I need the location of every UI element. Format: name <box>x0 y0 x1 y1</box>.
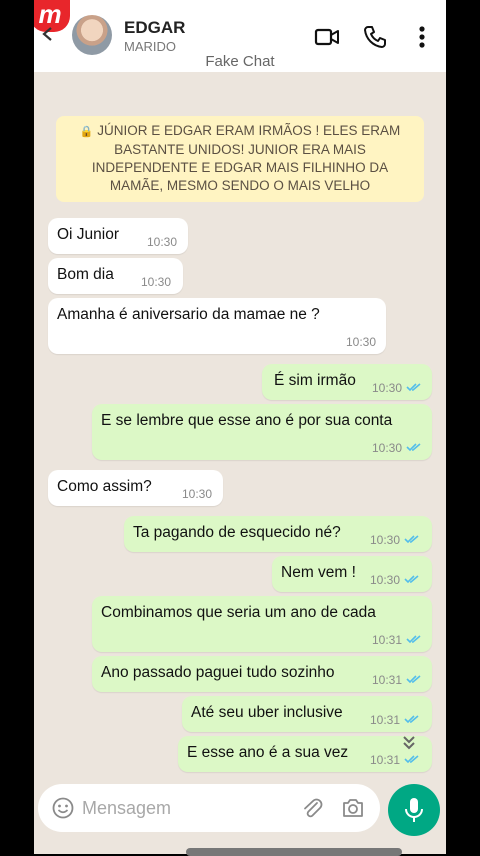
system-note-text: JÚNIOR E EDGAR ERAM IRMÃOS ! ELES ERAM B… <box>91 123 401 193</box>
message-time: 10:30 <box>372 441 403 455</box>
message-time: 10:30 <box>372 381 403 395</box>
read-ticks-icon <box>406 383 421 392</box>
message-bubble[interactable]: Ano passado paguei tudo sozinho 10:31 <box>92 656 432 692</box>
phone-icon[interactable] <box>362 24 388 50</box>
message-bubble[interactable]: Nem vem ! 10:30 <box>272 556 432 592</box>
read-ticks-icon <box>404 575 419 584</box>
back-icon[interactable] <box>40 26 56 42</box>
menu-icon[interactable] <box>412 24 432 50</box>
message-text: Como assim? <box>57 478 152 495</box>
read-ticks-icon <box>406 635 421 644</box>
message-bubble[interactable]: Oi Junior 10:30 <box>48 218 188 254</box>
scroll-down-icon[interactable] <box>396 730 422 756</box>
emoji-icon[interactable] <box>52 797 74 819</box>
read-ticks-icon <box>404 535 419 544</box>
message-text: Ta pagando de esquecido né? <box>133 524 341 541</box>
message-time: 10:31 <box>370 713 401 727</box>
message-time: 10:31 <box>372 633 403 647</box>
message-time: 10:30 <box>370 533 401 547</box>
message-bubble[interactable]: Como assim? 10:30 <box>48 470 223 506</box>
contact-status: MARIDO <box>124 39 176 54</box>
message-time: 10:30 <box>147 235 178 249</box>
fake-chat-watermark: Fake Chat <box>205 53 275 70</box>
chat-screen: m EDGAR MARIDO Fake Chat 🔒 JÚNIOR E EDGA… <box>34 0 446 854</box>
video-call-icon[interactable] <box>314 24 340 50</box>
message-time: 10:30 <box>370 573 401 587</box>
message-text: Até seu uber inclusive <box>191 704 343 721</box>
message-bubble[interactable]: É sim irmão 10:30 <box>262 364 432 400</box>
attach-icon[interactable] <box>300 796 324 820</box>
mic-button[interactable] <box>388 784 440 836</box>
message-bubble[interactable]: Combinamos que seria um ano de cada 10:3… <box>92 596 432 652</box>
message-text: Nem vem ! <box>281 564 356 581</box>
message-bubble[interactable]: Amanha é aniversario da mamae ne ? 10:30 <box>48 298 386 354</box>
message-bubble[interactable]: Bom dia 10:30 <box>48 258 183 294</box>
message-text: E se lembre que esse ano é por sua conta <box>101 412 393 429</box>
message-text: Combinamos que seria um ano de cada <box>101 604 376 621</box>
message-time: 10:31 <box>372 673 403 687</box>
avatar[interactable] <box>72 15 112 55</box>
camera-icon[interactable] <box>341 796 365 820</box>
message-composer[interactable]: Mensagem <box>38 784 380 832</box>
message-text: Bom dia <box>57 266 114 283</box>
message-bubble[interactable]: Ta pagando de esquecido né? 10:30 <box>124 516 432 552</box>
read-ticks-icon <box>406 443 421 452</box>
read-ticks-icon <box>404 715 419 724</box>
mic-icon <box>405 798 423 822</box>
contact-name[interactable]: EDGAR <box>124 18 185 38</box>
message-bubble[interactable]: E esse ano é a sua vez 10:31 <box>178 736 432 772</box>
read-ticks-icon <box>406 675 421 684</box>
chat-header: m EDGAR MARIDO Fake Chat <box>34 0 446 72</box>
system-note: 🔒 JÚNIOR E EDGAR ERAM IRMÃOS ! ELES ERAM… <box>56 116 424 202</box>
message-text: Amanha é aniversario da mamae ne ? <box>57 306 320 323</box>
message-text: E esse ano é a sua vez <box>187 744 349 761</box>
message-text: Ano passado paguei tudo sozinho <box>101 664 335 681</box>
message-text: Oi Junior <box>57 226 120 243</box>
gesture-nav-bar[interactable] <box>186 848 402 856</box>
message-bubble[interactable]: E se lembre que esse ano é por sua conta… <box>92 404 432 460</box>
message-time: 10:30 <box>141 275 172 289</box>
message-time: 10:30 <box>346 335 377 349</box>
message-input[interactable]: Mensagem <box>82 798 171 819</box>
message-bubble[interactable]: Até seu uber inclusive 10:31 <box>182 696 432 732</box>
message-time: 10:30 <box>182 487 213 501</box>
lock-icon: 🔒 <box>79 126 94 138</box>
message-text: É sim irmão <box>274 372 356 389</box>
